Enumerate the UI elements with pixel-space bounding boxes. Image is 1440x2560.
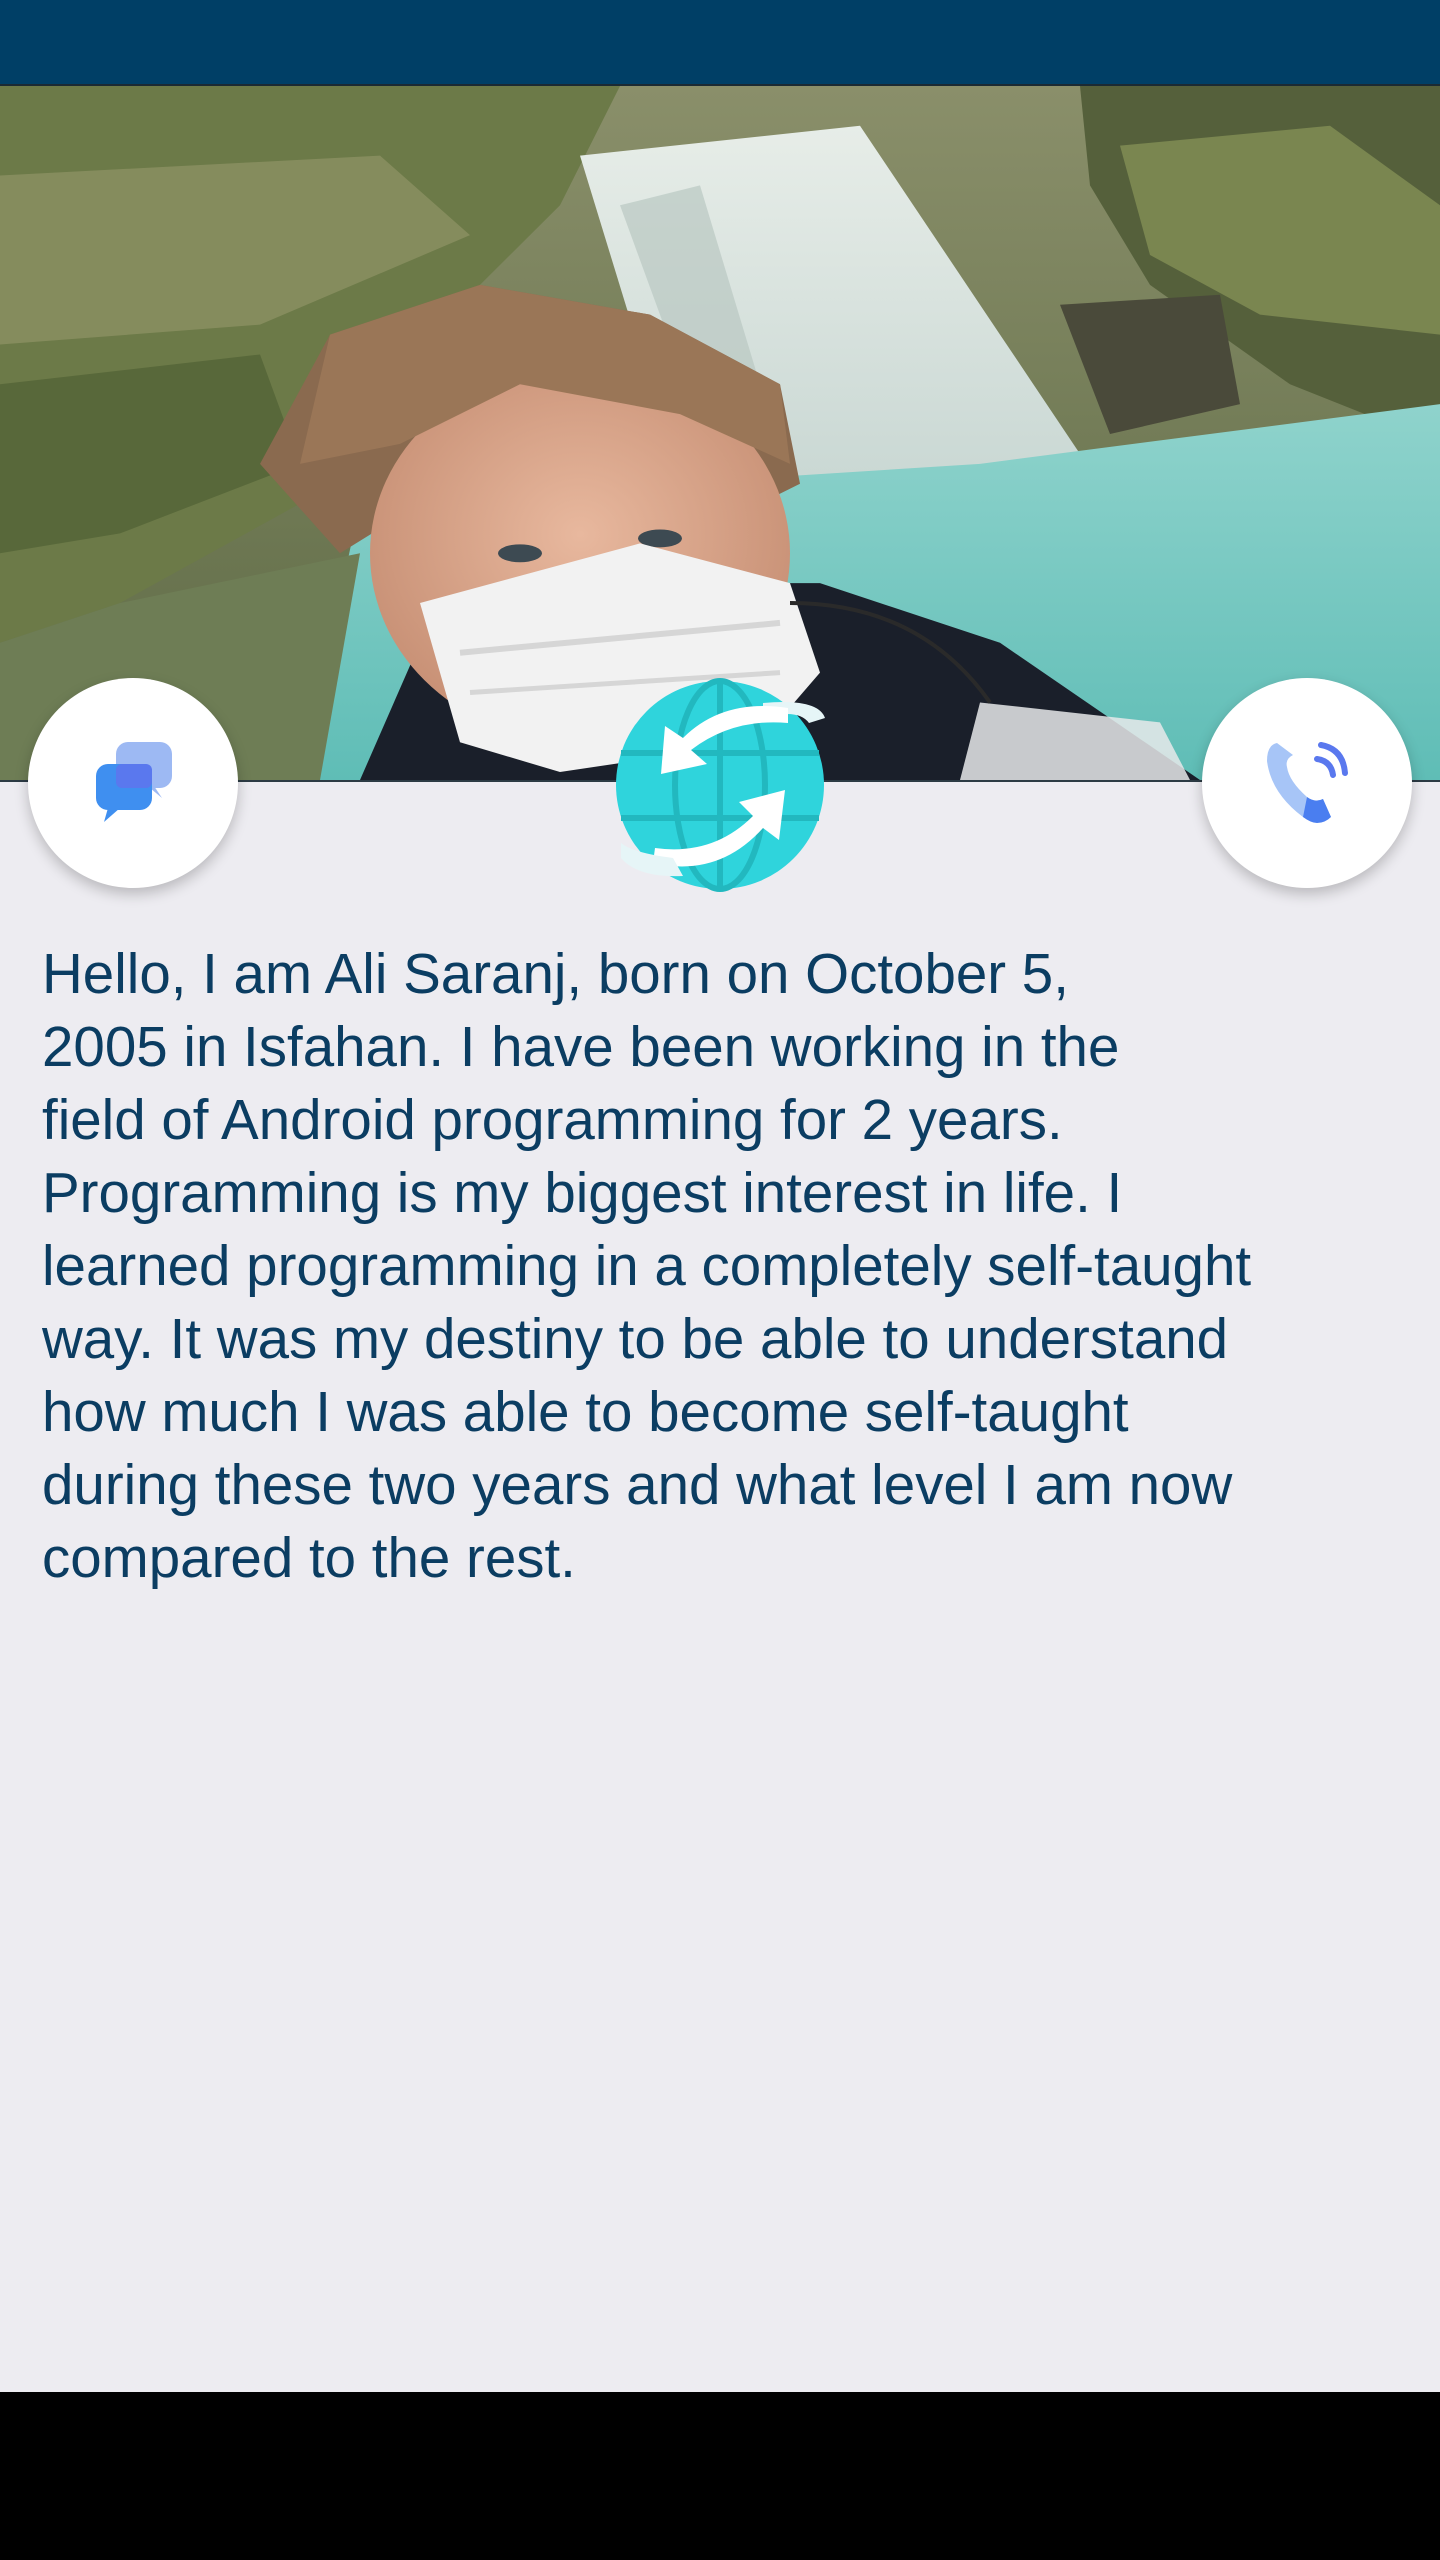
call-button[interactable]	[1202, 678, 1412, 888]
phone-call-icon	[1259, 733, 1355, 833]
navigation-bar	[0, 2392, 1440, 2560]
profile-screen: Hello, I am Ali Saranj, born on October …	[0, 0, 1440, 2560]
chat-bubbles-icon	[88, 736, 178, 830]
chat-button[interactable]	[28, 678, 238, 888]
language-button[interactable]	[613, 678, 827, 892]
bio-text: Hello, I am Ali Saranj, born on October …	[42, 942, 1252, 1589]
status-bar	[0, 0, 1440, 84]
globe-translate-icon	[613, 678, 827, 896]
